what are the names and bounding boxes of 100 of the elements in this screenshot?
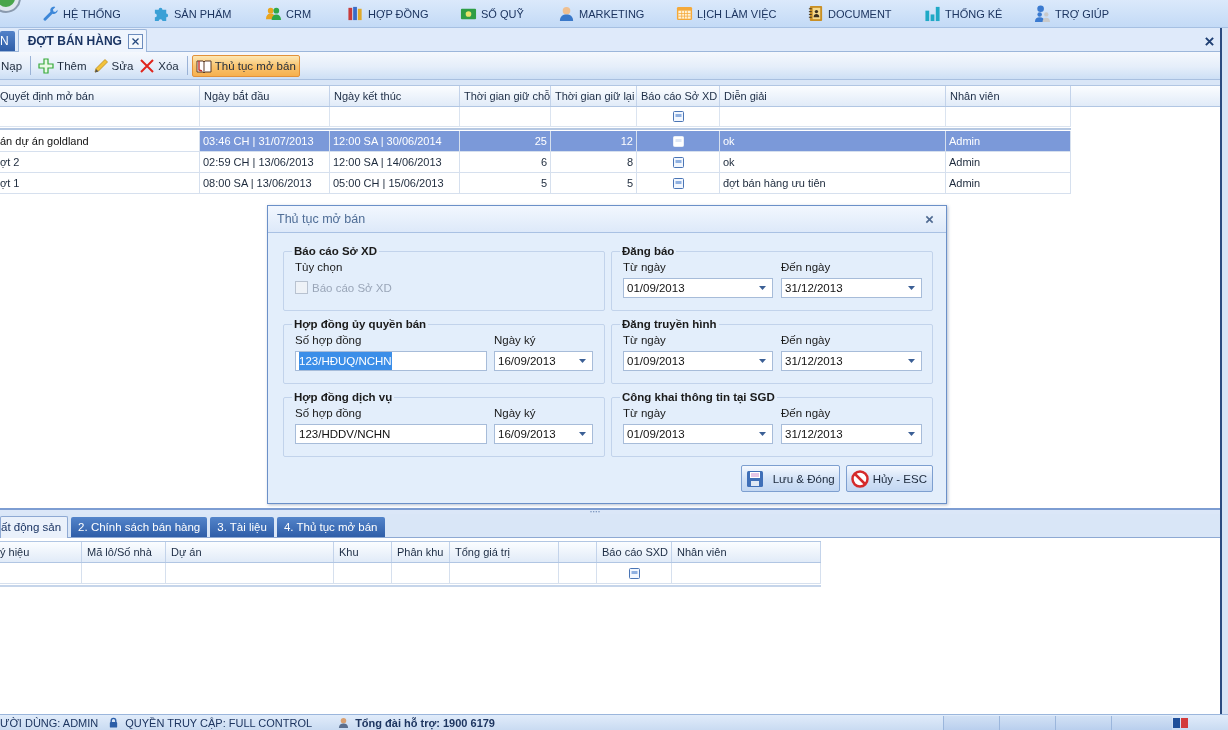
caret-icon	[759, 359, 766, 363]
column-header[interactable]: Tổng giá trị	[450, 542, 559, 562]
column-header[interactable]: Dự án	[166, 542, 334, 562]
column-header[interactable]: Thời gian giữ chỗ	[460, 86, 551, 106]
book-icon	[195, 57, 212, 74]
tab[interactable]: 3. Tài liệu	[210, 517, 274, 537]
toolbar-button[interactable]: Nạp	[0, 54, 26, 77]
calendar-icon	[676, 5, 693, 22]
field-label: Từ ngày	[623, 333, 667, 348]
menu-item[interactable]: LỊCH LÀM VIỆC	[676, 2, 807, 25]
column-header[interactable]: Khu	[334, 542, 392, 562]
input-field[interactable]: 123/HDDV/NCHN	[295, 424, 487, 444]
table-cell	[334, 563, 392, 584]
bar-chart-icon	[924, 5, 941, 22]
filter-field[interactable]	[720, 107, 946, 127]
column-header[interactable]: Nhân viên	[946, 86, 1071, 106]
column-header[interactable]: Báo cáo Sở XD	[637, 86, 720, 106]
toolbar-button[interactable]: Thêm	[35, 54, 90, 77]
document-tab[interactable]: N	[0, 31, 15, 51]
filter-field[interactable]	[200, 107, 330, 127]
column-header[interactable]: Nhân viên	[672, 542, 821, 562]
checkbox[interactable]	[672, 156, 684, 168]
caret-icon	[579, 359, 586, 363]
column-header[interactable]: Ngày bắt đầu	[200, 86, 330, 106]
document-tab[interactable]: ĐỢT BÁN HÀNG	[17, 29, 147, 52]
close-icon[interactable]	[1205, 37, 1214, 46]
field-label: Ngày ký	[494, 406, 537, 421]
table-cell	[392, 563, 450, 584]
column-header[interactable]: Phân khu	[392, 542, 450, 562]
date-dropdown[interactable]: 16/09/2013	[494, 424, 593, 444]
menu-item[interactable]: MARKETING	[558, 2, 676, 25]
table-cell: 5	[551, 173, 637, 194]
pencil-icon	[92, 57, 109, 74]
field-label: Số hợp đồng	[295, 333, 363, 348]
books-icon	[347, 5, 364, 22]
wrench-icon	[42, 5, 59, 22]
table-row[interactable]: án dự án goldland 03:46 CH | 31/07/2013 12:00 SA | 30/06/2014 25 12 ok Admin	[0, 131, 1071, 152]
caret-icon	[759, 432, 766, 436]
column-header[interactable]: Mã lô/Số nhà	[82, 542, 166, 562]
tab[interactable]: 2. Chính sách bán hàng	[71, 517, 208, 537]
plus-icon	[38, 57, 55, 74]
caret-icon	[908, 359, 915, 363]
access-status: QUYỀN TRUY CẬP: FULL CONTROL	[125, 715, 313, 730]
table-cell: đợt bán hàng ưu tiên	[720, 173, 946, 194]
table-cell: Admin	[946, 173, 1071, 194]
close-icon[interactable]	[127, 33, 143, 49]
table-row[interactable]: ợt 2 02:59 CH | 13/06/2013 12:00 SA | 14/06/2013 6 8 ok Admin	[0, 152, 1071, 173]
filter-field[interactable]	[330, 107, 460, 127]
filter-field[interactable]	[0, 107, 200, 127]
checkbox[interactable]	[672, 111, 684, 122]
table-row[interactable]: ợt 1 08:00 SA | 13/06/2013 05:00 CH | 15/06/2013 5 5 đợt bán hàng ưu tiên Admin	[0, 173, 1071, 194]
filter-field[interactable]	[946, 107, 1071, 127]
column-header[interactable]: ý hiệu	[0, 542, 82, 562]
checkbox[interactable]	[628, 567, 640, 579]
column-header[interactable]: Thời gian giữ lại	[551, 86, 637, 106]
tab[interactable]: ất động sản	[0, 516, 69, 538]
table-cell: án dự án goldland	[0, 131, 200, 152]
filter-field[interactable]	[551, 107, 637, 127]
menu-item[interactable]: THỐNG KÊ	[924, 2, 1034, 25]
tab[interactable]: 4. Thủ tục mở bán	[276, 517, 385, 537]
date-dropdown[interactable]: 01/09/2013	[623, 424, 773, 444]
toolbar-button[interactable]: Thủ tục mở bán	[191, 54, 300, 77]
date-dropdown[interactable]: 31/12/2013	[781, 278, 922, 298]
filter-field[interactable]	[637, 107, 720, 127]
group-title: Hợp đồng dịch vụ	[293, 391, 394, 403]
column-header[interactable]: Quyết định mở bán	[0, 86, 200, 106]
date-dropdown[interactable]: 01/09/2013	[623, 351, 773, 371]
toolbar-button[interactable]: Sửa	[89, 54, 137, 77]
cancel-button[interactable]: Hủy - ESC	[845, 465, 933, 492]
menu-item[interactable]: HỆ THỐNG	[42, 2, 153, 25]
menu-item[interactable]: TRỢ GIÚP	[1034, 2, 1124, 25]
table-cell: 05:00 CH | 15/06/2013	[330, 173, 460, 194]
menu-item[interactable]: SỐ QUỸ	[460, 2, 558, 25]
column-header[interactable]: Diễn giải	[720, 86, 946, 106]
close-icon[interactable]	[925, 214, 934, 224]
field-label: Từ ngày	[623, 260, 667, 275]
save-button[interactable]: Lưu & Đóng	[740, 465, 840, 492]
no-entry-icon	[850, 469, 869, 488]
checkbox[interactable]	[672, 177, 684, 189]
person-icon	[558, 5, 575, 22]
dialog-title: Thủ tục mở bán	[277, 212, 366, 226]
date-dropdown[interactable]: 01/09/2013	[623, 278, 773, 298]
date-dropdown[interactable]: 16/09/2013	[494, 351, 593, 371]
menu-item[interactable]: HỢP ĐỒNG	[347, 2, 460, 25]
caret-icon	[908, 432, 915, 436]
puzzle-icon	[153, 5, 170, 22]
menu-item[interactable]: SẢN PHẨM	[153, 2, 265, 25]
filter-field[interactable]	[460, 107, 551, 127]
field-label: Tùy chọn	[295, 260, 344, 275]
toolbar-button[interactable]: Xóa	[136, 54, 182, 77]
group-title: Báo cáo Sở XD	[293, 245, 378, 257]
delete-icon	[139, 57, 156, 74]
column-header[interactable]: Báo cáo SXD	[597, 542, 672, 562]
menu-item[interactable]: CRM	[265, 2, 347, 25]
logo-icon	[1172, 716, 1190, 729]
date-dropdown[interactable]: 31/12/2013	[781, 351, 922, 371]
column-header[interactable]: Ngày kết thúc	[330, 86, 460, 106]
notebook-icon	[807, 5, 824, 22]
date-dropdown[interactable]: 31/12/2013	[781, 424, 922, 444]
menu-item[interactable]: DOCUMENT	[807, 2, 924, 25]
